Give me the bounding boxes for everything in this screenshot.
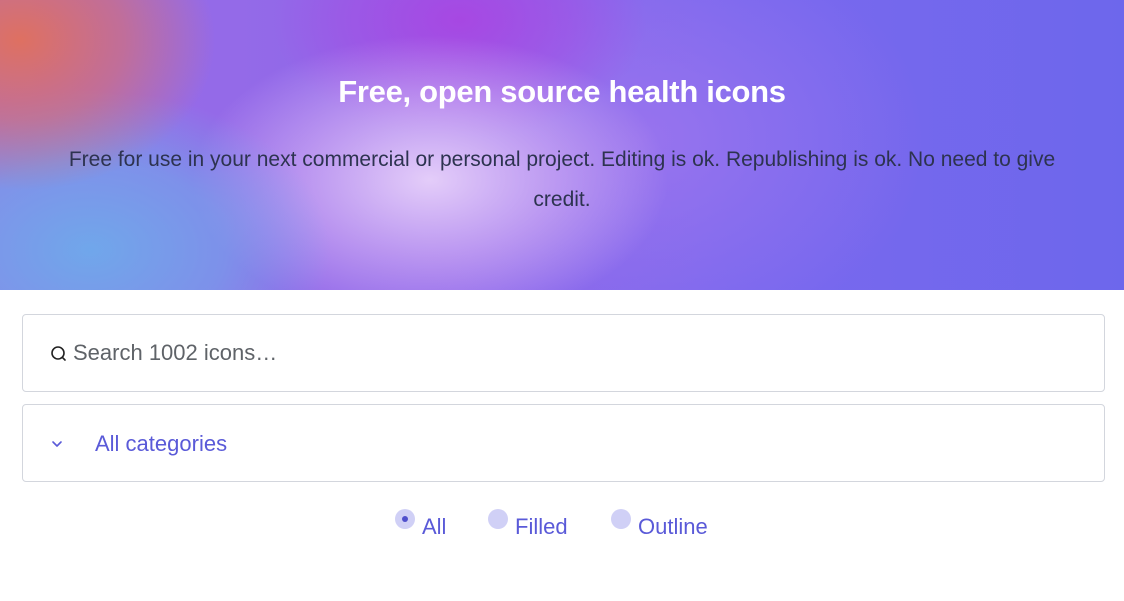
search-box[interactable]	[22, 314, 1105, 392]
chevron-down-icon	[50, 437, 64, 451]
category-select[interactable]: All categories	[22, 404, 1105, 482]
radio-button-filled[interactable]	[488, 509, 508, 529]
hero-content: Free, open source health icons Free for …	[0, 0, 1124, 290]
radio-button-outline[interactable]	[611, 509, 631, 529]
search-icon	[49, 344, 69, 364]
radio-label-all: All	[422, 514, 447, 539]
radio-label-outline: Outline	[638, 514, 708, 539]
radio-option-all[interactable]: All	[395, 505, 455, 549]
radio-button-all[interactable]	[395, 509, 415, 529]
search-input[interactable]	[73, 315, 1073, 391]
hero-banner: Free, open source health icons Free for …	[0, 0, 1124, 290]
category-select-value: All categories	[95, 431, 228, 456]
style-filter-radio-group: All Filled Outline	[0, 505, 1124, 549]
hero-subtitle: Free for use in your next commercial or …	[68, 148, 1056, 211]
radio-option-filled[interactable]: Filled	[488, 505, 578, 549]
radio-option-outline[interactable]: Outline	[611, 505, 721, 549]
page-title: Free, open source health icons	[338, 74, 786, 109]
radio-label-filled: Filled	[515, 514, 568, 539]
